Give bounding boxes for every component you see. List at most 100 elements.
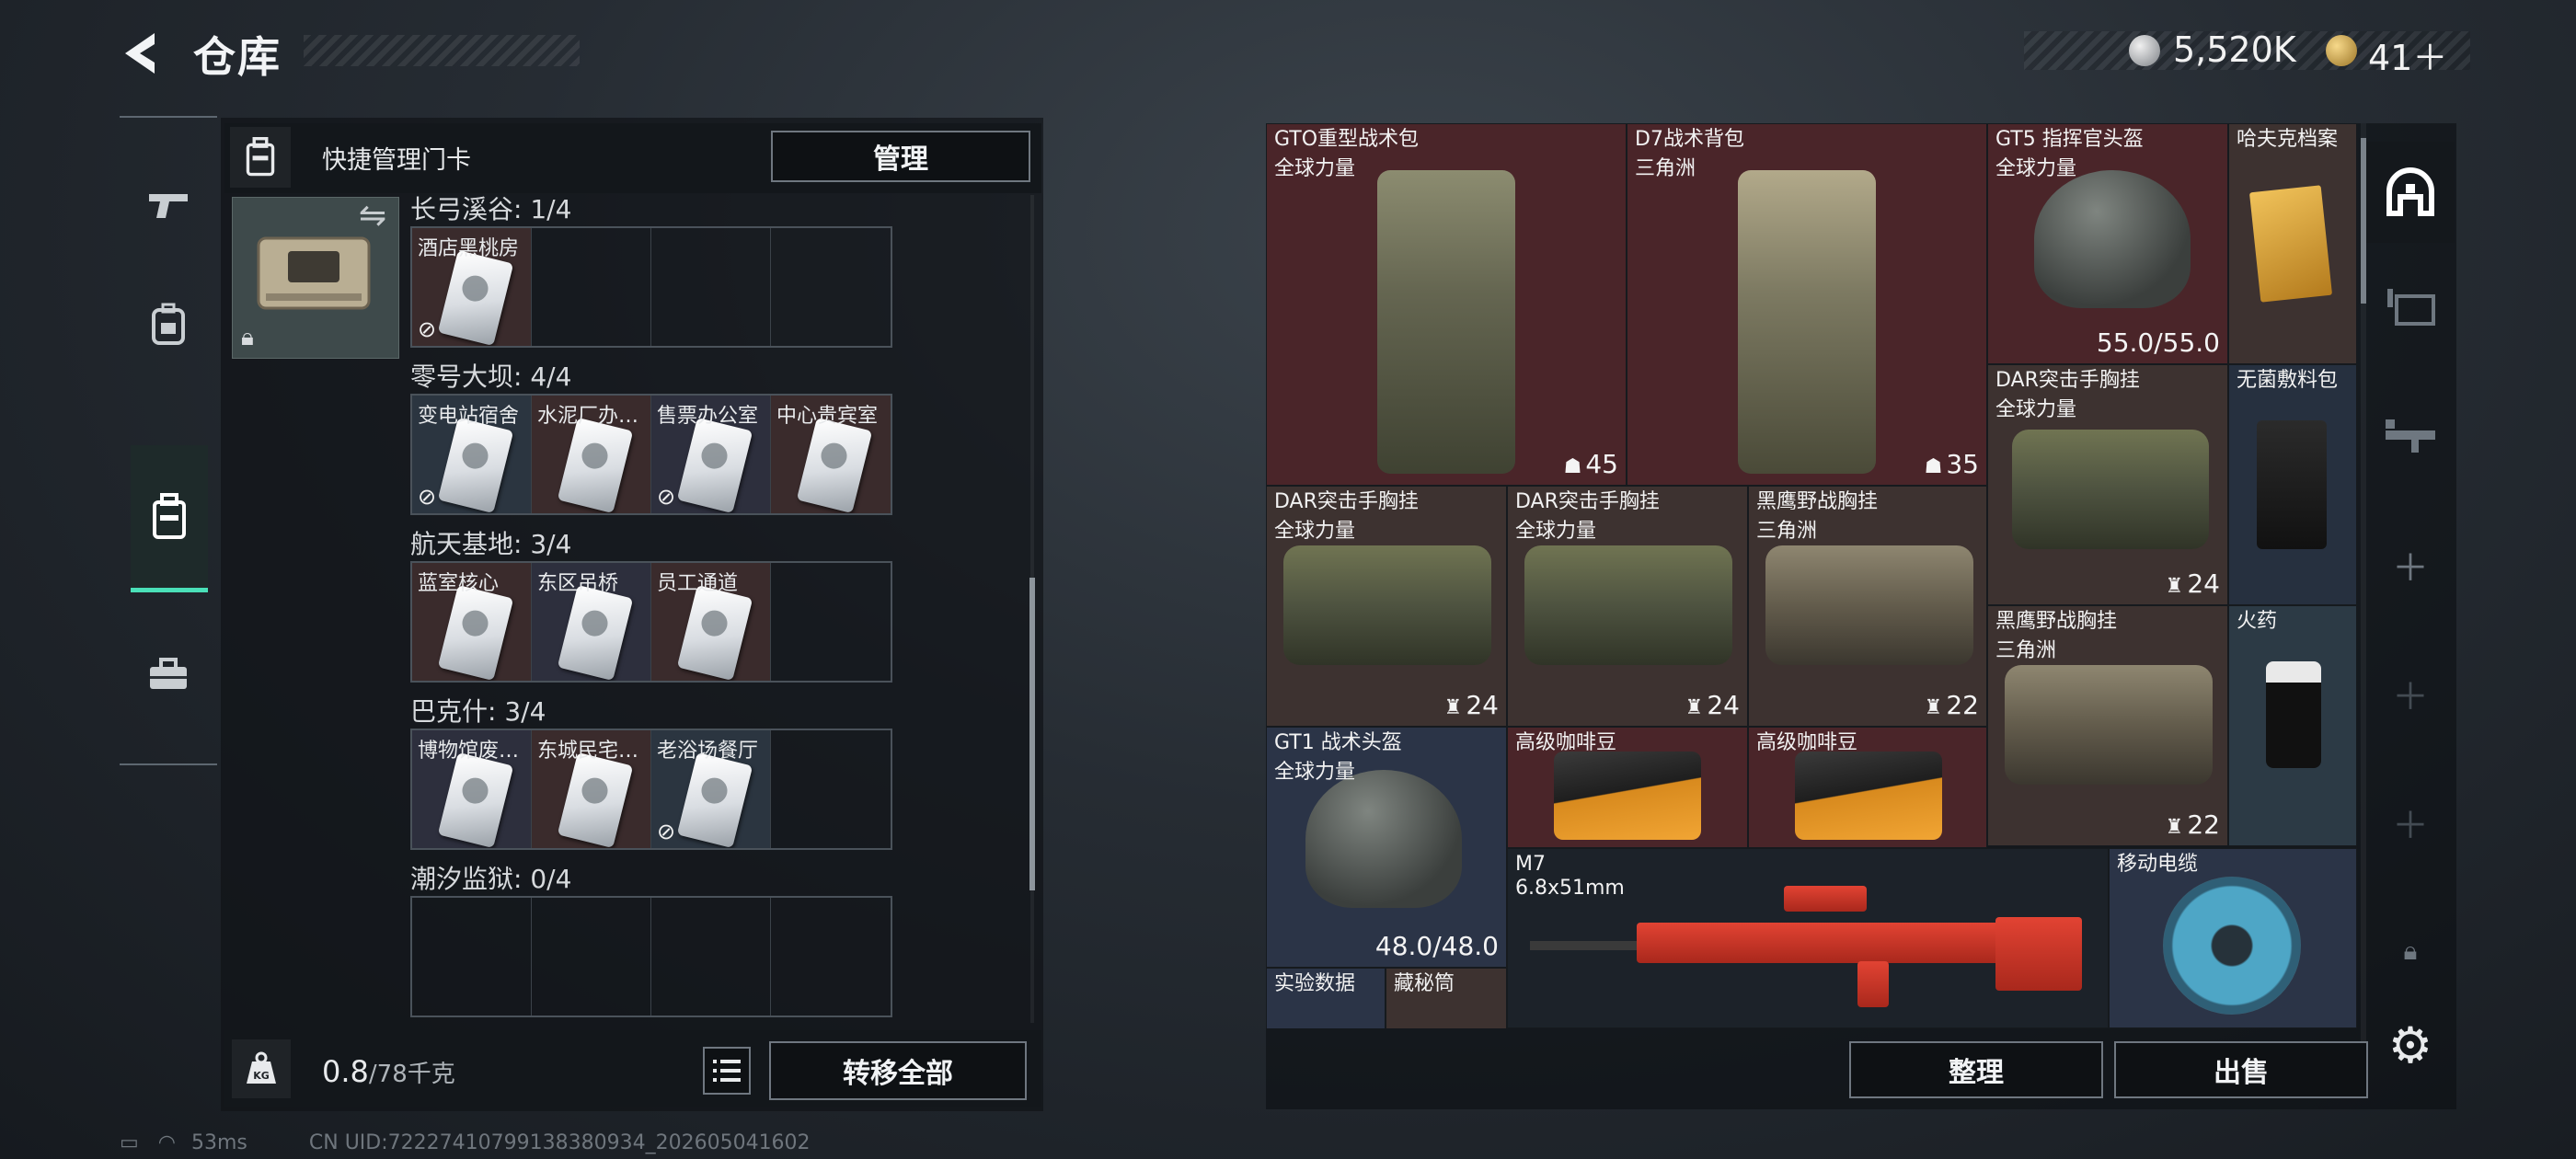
nav-equipment[interactable] bbox=[120, 274, 217, 375]
helmet-art bbox=[1305, 770, 1462, 908]
keycard-slot[interactable] bbox=[651, 228, 771, 346]
battery-icon: ▭ bbox=[120, 1131, 139, 1154]
item-blackhawk-chest-rig[interactable]: 黑鹰野战胸挂 三角洲 ♜ 22 bbox=[1748, 486, 1987, 727]
currency-gold-amount[interactable]: 41＋ bbox=[2368, 29, 2447, 80]
settings-gear-icon[interactable]: ⚙ bbox=[2366, 1008, 2455, 1082]
item-experiment-data[interactable]: 实验数据 bbox=[1266, 968, 1386, 1028]
keycard-slot[interactable] bbox=[532, 228, 651, 346]
keycard-scroll-thumb[interactable] bbox=[1029, 578, 1035, 890]
wifi-icon: ◠ bbox=[157, 1131, 176, 1154]
lock-icon: 🔒︎ bbox=[241, 324, 254, 351]
stash-tab-2[interactable] bbox=[2366, 270, 2455, 344]
item-durability: 48.0/48.0 bbox=[1374, 931, 1499, 961]
manage-button[interactable]: 管理 bbox=[771, 131, 1030, 182]
keycard-slot[interactable] bbox=[771, 228, 891, 346]
item-d7-tactical-pack[interactable]: D7战术背包 三角洲 ☗ 35 bbox=[1627, 123, 1987, 486]
weight-icon: KG bbox=[232, 1039, 291, 1098]
keycard-slot[interactable] bbox=[771, 563, 891, 681]
item-slots: ♜ 24 bbox=[1443, 690, 1499, 720]
item-dar-chest-rig[interactable]: DAR突击手胸挂 全球力量 ♜ 24 bbox=[1987, 364, 2228, 605]
keycard-slot[interactable]: 变电站宿舍 ⊘ bbox=[412, 396, 532, 513]
stash-tab-all[interactable] bbox=[2366, 142, 2455, 243]
chest-rig-art bbox=[1524, 545, 1732, 665]
weight-current: 0.8 bbox=[322, 1054, 369, 1089]
keycard-slot[interactable]: 蓝室核心 bbox=[412, 563, 532, 681]
keycard-slot[interactable]: 东区吊桥 bbox=[532, 563, 651, 681]
item-dar-chest-rig[interactable]: DAR突击手胸挂 全球力量 ♜ 24 bbox=[1266, 486, 1507, 727]
pistol-icon bbox=[149, 194, 188, 218]
coffee-bag-art bbox=[1554, 752, 1701, 840]
list-view-button[interactable] bbox=[703, 1047, 751, 1095]
keycard-slot[interactable]: 中心贵宾室 bbox=[771, 396, 891, 513]
item-premium-coffee[interactable]: 高级咖啡豆 bbox=[1748, 727, 1987, 848]
item-gto-heavy-pack[interactable]: GTO重型战术包 全球力量 ☗ 45 bbox=[1266, 123, 1627, 486]
sort-button[interactable]: 整理 bbox=[1849, 1041, 2103, 1098]
keycard-panel-title: 快捷管理门卡 bbox=[322, 146, 471, 175]
unavailable-icon: ⊘ bbox=[657, 484, 676, 510]
crate-icon bbox=[2387, 289, 2435, 326]
keycard-slot[interactable]: 酒店黑桃房 ⊘ bbox=[412, 228, 532, 346]
toolbox-icon bbox=[150, 658, 187, 689]
keycard-art bbox=[437, 584, 514, 681]
stash-tab-3[interactable] bbox=[2366, 399, 2455, 473]
zone-keycard-grid: 变电站宿舍 ⊘ 水泥厂办… 售票办公室 ⊘ 中心贵宾室 bbox=[410, 394, 892, 515]
lock-icon[interactable]: 🔒︎ bbox=[2366, 914, 2455, 988]
item-blackhawk-chest-rig[interactable]: 黑鹰野战胸挂 三角洲 ♜ 22 bbox=[1987, 605, 2228, 846]
nav-keycards[interactable] bbox=[131, 445, 208, 592]
capacity-icon: ☗ bbox=[1563, 455, 1582, 478]
sell-button[interactable]: 出售 bbox=[2114, 1041, 2368, 1098]
back-button[interactable] bbox=[118, 28, 169, 79]
item-dar-chest-rig[interactable]: DAR突击手胸挂 全球力量 ♜ 24 bbox=[1507, 486, 1748, 727]
keycard-slot[interactable] bbox=[651, 898, 771, 1016]
keycard-slot[interactable] bbox=[771, 730, 891, 848]
keycard-slot[interactable] bbox=[771, 898, 891, 1016]
keycard-slot[interactable]: 东城民宅… bbox=[532, 730, 651, 848]
item-capacity: ☗ 45 bbox=[1563, 449, 1618, 479]
add-stash-tab-button-disabled: ＋ bbox=[2392, 805, 2429, 847]
item-gt1-helmet[interactable]: GT1 战术头盔 全球力量 48.0/48.0 bbox=[1266, 727, 1507, 968]
helmet-art bbox=[2034, 170, 2191, 308]
item-gunpowder[interactable]: 火药 bbox=[2228, 605, 2357, 846]
house-icon bbox=[2386, 167, 2434, 216]
keycard-slot[interactable]: 博物馆废… bbox=[412, 730, 532, 848]
item-name: DAR突击手胸挂 bbox=[1274, 490, 1419, 513]
chest-rig-art bbox=[2012, 430, 2209, 549]
item-name: DAR突击手胸挂 bbox=[1515, 490, 1660, 513]
nav-toolbox[interactable] bbox=[120, 624, 217, 725]
item-slots: ♜ 24 bbox=[1685, 690, 1740, 720]
silver-coin-icon bbox=[2129, 35, 2160, 66]
item-gt5-helmet[interactable]: GT5 指挥官头盔 全球力量 55.0/55.0 bbox=[1987, 123, 2228, 364]
slots-icon: ♜ bbox=[1924, 696, 1943, 719]
keycard-slot[interactable]: 员工通道 bbox=[651, 563, 771, 681]
transfer-all-button[interactable]: 转移全部 bbox=[769, 1041, 1027, 1100]
item-sterile-bandage[interactable]: 无菌敷料包 bbox=[2228, 364, 2357, 605]
swap-icon[interactable]: ⇋ bbox=[359, 197, 386, 235]
keycard-holder-icon bbox=[153, 492, 186, 539]
item-faction: 全球力量 bbox=[1274, 761, 1356, 784]
slots-icon: ♜ bbox=[2165, 575, 2184, 598]
item-mobile-cable[interactable]: 移动电缆 bbox=[2109, 848, 2357, 1028]
document-art bbox=[2248, 185, 2333, 303]
keycard-slot[interactable]: 水泥厂办… bbox=[532, 396, 651, 513]
cable-reel-art bbox=[2163, 877, 2301, 1015]
keycard-slot[interactable]: 老浴场餐厅 ⊘ bbox=[651, 730, 771, 848]
item-haavk-file[interactable]: 哈夫克档案 bbox=[2228, 123, 2357, 364]
keycard-slot[interactable]: 售票办公室 ⊘ bbox=[651, 396, 771, 513]
add-stash-tab-button-disabled: ＋ bbox=[2392, 676, 2429, 718]
coffee-bag-art bbox=[1795, 752, 1942, 840]
backpack-art bbox=[1738, 170, 1876, 474]
keycard-slot[interactable] bbox=[532, 898, 651, 1016]
item-name: M7 bbox=[1515, 853, 1546, 876]
nav-weapons[interactable] bbox=[120, 155, 217, 256]
item-faction: 全球力量 bbox=[1995, 398, 2077, 421]
backpack-icon bbox=[152, 303, 185, 345]
item-faction: 全球力量 bbox=[1515, 520, 1597, 543]
carry-weight: 0.8/78千克 bbox=[322, 1054, 455, 1089]
rifle-stock-art bbox=[1995, 917, 2082, 991]
item-m7-rifle[interactable]: M7 6.8x51mm bbox=[1507, 848, 2109, 1028]
add-stash-tab-button[interactable]: ＋ bbox=[2366, 528, 2455, 602]
item-faction: 全球力量 bbox=[1274, 520, 1356, 543]
keycard-slot[interactable] bbox=[412, 898, 532, 1016]
item-hidden-canister[interactable]: 藏秘筒 bbox=[1386, 968, 1507, 1028]
item-premium-coffee[interactable]: 高级咖啡豆 bbox=[1507, 727, 1748, 848]
